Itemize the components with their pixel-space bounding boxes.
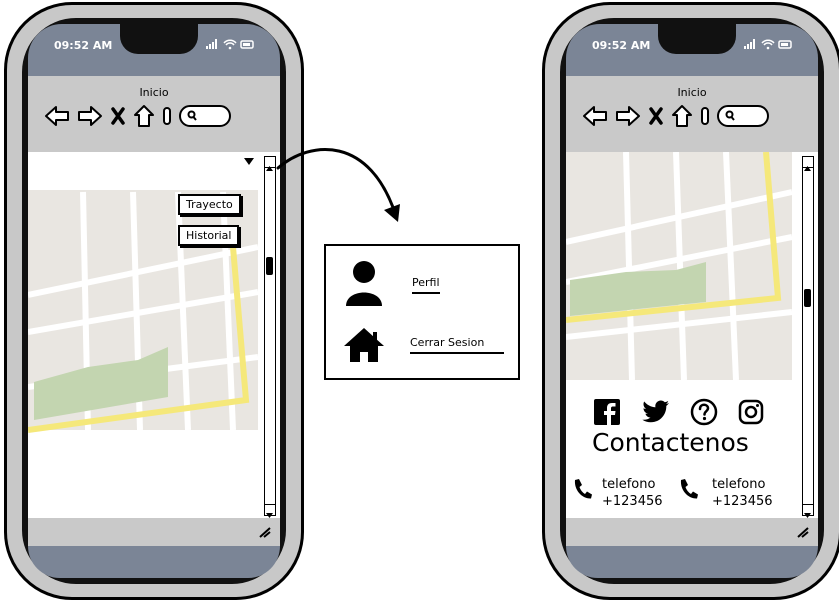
- historial-button[interactable]: Historial: [178, 225, 240, 246]
- close-icon[interactable]: [110, 106, 126, 126]
- social-icons: [594, 398, 764, 426]
- home-bar-area: [28, 546, 280, 578]
- search-input[interactable]: [717, 105, 769, 127]
- facebook-icon[interactable]: [594, 399, 620, 425]
- flow-arrow: [276, 148, 400, 222]
- bookmark-icon[interactable]: [162, 105, 172, 127]
- browser-toolbar: Inicio: [566, 76, 818, 152]
- phone-icon: [680, 479, 698, 499]
- phone-icon: [574, 479, 592, 499]
- resize-grip-icon[interactable]: [796, 526, 810, 538]
- status-time: 09:52 AM: [592, 39, 651, 52]
- search-icon: [187, 110, 197, 121]
- dropdown-caret-icon: [244, 158, 254, 165]
- home-outline-icon[interactable]: [671, 104, 693, 128]
- signal-wifi-battery-icons: [204, 38, 256, 53]
- contact-title: Contactenos: [592, 428, 749, 457]
- signal-wifi-battery-icons: [742, 38, 794, 53]
- forward-arrow-icon[interactable]: [615, 105, 641, 127]
- notch: [120, 24, 198, 54]
- back-arrow-icon[interactable]: [44, 105, 70, 127]
- bookmark-icon[interactable]: [700, 105, 710, 127]
- contact-number: +123456: [602, 494, 663, 509]
- notch: [658, 24, 736, 54]
- twitter-icon[interactable]: [640, 400, 670, 424]
- menu-item-perfil[interactable]: Perfil: [412, 276, 440, 294]
- home-outline-icon[interactable]: [133, 104, 155, 128]
- map-view[interactable]: [28, 152, 280, 518]
- browser-toolbar: Inicio: [28, 76, 280, 152]
- home-bar-area: [566, 546, 818, 578]
- screen-content: Trayecto Historial: [28, 152, 280, 518]
- user-icon: [346, 261, 382, 306]
- right-phone: 09:52 AM Inicio Contactenos telefono +12…: [542, 2, 839, 600]
- bottom-toolbar: [566, 518, 818, 546]
- contact-2[interactable]: telefono +123456: [712, 476, 773, 510]
- status-bar: 09:52 AM: [566, 24, 818, 76]
- side-menu-popup: Perfil Cerrar Sesion: [324, 244, 520, 380]
- bottom-toolbar: [28, 518, 280, 546]
- resize-grip-icon[interactable]: [258, 526, 272, 538]
- forward-arrow-icon[interactable]: [77, 105, 103, 127]
- menu-item-cerrar-sesion[interactable]: Cerrar Sesion: [410, 336, 504, 354]
- scrollbar[interactable]: [802, 156, 814, 518]
- search-input[interactable]: [179, 105, 231, 127]
- screen-content: Contactenos telefono +123456 telefono +1…: [566, 152, 818, 518]
- status-time: 09:52 AM: [54, 39, 113, 52]
- trayecto-button[interactable]: Trayecto: [178, 194, 241, 215]
- close-icon[interactable]: [648, 106, 664, 126]
- status-bar: 09:52 AM: [28, 24, 280, 76]
- home-icon: [344, 328, 384, 362]
- search-icon: [725, 110, 735, 121]
- scroll-thumb[interactable]: [266, 257, 273, 275]
- scroll-thumb[interactable]: [804, 289, 811, 307]
- contact-1[interactable]: telefono +123456: [602, 476, 663, 510]
- scroll-up-icon[interactable]: [803, 157, 813, 171]
- scroll-down-icon[interactable]: [265, 504, 275, 518]
- toolbar-title: Inicio: [139, 86, 169, 99]
- contact-label: telefono: [602, 477, 656, 492]
- map-view[interactable]: [566, 152, 818, 382]
- instagram-icon[interactable]: [738, 399, 764, 425]
- toolbar-title: Inicio: [677, 86, 707, 99]
- scroll-down-icon[interactable]: [803, 504, 813, 518]
- help-icon[interactable]: [690, 398, 718, 426]
- back-arrow-icon[interactable]: [582, 105, 608, 127]
- left-phone: 09:52 AM Inicio Trayecto Historial: [4, 2, 304, 600]
- contact-number: +123456: [712, 494, 773, 509]
- contact-label: telefono: [712, 477, 766, 492]
